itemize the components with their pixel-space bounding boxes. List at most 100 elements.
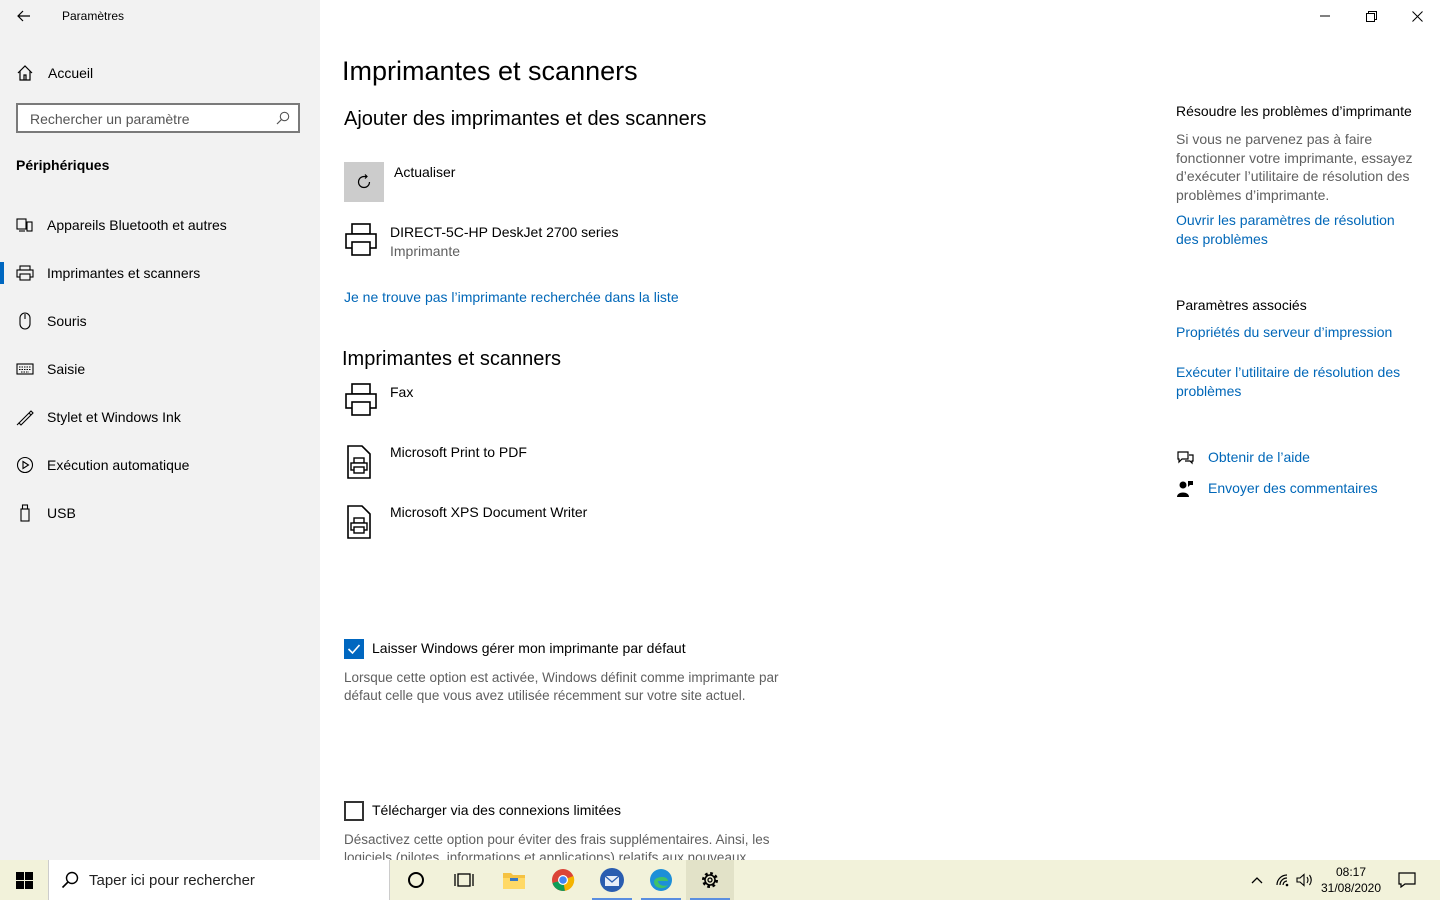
action-center-button[interactable] [1386, 860, 1428, 900]
printer-icon [16, 264, 34, 282]
sidebar-item-label: Appareils Bluetooth et autres [47, 217, 227, 233]
speaker-icon [1296, 873, 1312, 887]
found-printer-name[interactable]: DIRECT-5C-HP DeskJet 2700 series [390, 224, 618, 240]
gear-icon [702, 872, 718, 888]
sidebar-item-printers[interactable]: Imprimantes et scanners [0, 253, 320, 293]
printer-item-pdf[interactable]: Microsoft Print to PDF [390, 444, 527, 460]
document-printer-icon [347, 445, 371, 479]
keyboard-icon [16, 360, 34, 378]
found-printer-type: Imprimante [390, 243, 461, 259]
task-view-button[interactable] [440, 860, 488, 900]
taskbar: Taper ici pour rechercher 08:17 31/08/20… [0, 860, 1440, 900]
edge-button[interactable] [637, 860, 685, 900]
clock-time: 08:17 [1335, 865, 1367, 879]
home-label: Accueil [48, 65, 94, 81]
refresh-icon [357, 174, 371, 189]
back-arrow-icon [17, 10, 30, 22]
chrome-button[interactable] [539, 860, 587, 900]
home-icon [17, 65, 33, 81]
back-button[interactable] [10, 4, 38, 28]
app-title: Paramètres [62, 9, 125, 23]
run-troubleshooter-link[interactable]: Exécuter l’utilitaire de résolution des … [1176, 363, 1416, 400]
chrome-icon [552, 869, 575, 891]
sidebar-item-label: Saisie [47, 361, 86, 377]
checkmark-icon [347, 644, 361, 655]
autoplay-icon [16, 456, 34, 474]
windows-logo-icon [15, 871, 33, 889]
taskbar-clock[interactable]: 08:17 31/08/2020 [1318, 864, 1384, 896]
troubleshoot-description: Si vous ne parvenez pas à faire fonction… [1176, 131, 1413, 203]
printer-icon [345, 223, 377, 256]
page-title: Imprimantes et scanners [342, 56, 638, 86]
default-printer-checkbox[interactable] [344, 639, 364, 659]
refresh-button[interactable] [344, 162, 384, 202]
title-bar: Paramètres [0, 0, 320, 32]
thunderbird-button[interactable] [588, 860, 636, 900]
default-printer-description: Lorsque cette option est activée, Window… [344, 670, 779, 703]
feedback-person-icon [1177, 481, 1193, 497]
bluetooth-devices-icon [16, 216, 34, 234]
home-link[interactable]: Accueil [16, 62, 93, 84]
add-section-title: Ajouter des imprimantes et des scanners [344, 108, 707, 130]
wifi-icon [1276, 874, 1289, 887]
metered-download-checkbox[interactable] [344, 801, 364, 821]
sidebar-item-pen[interactable]: Stylet et Windows Ink [0, 397, 320, 437]
mouse-icon [16, 312, 34, 330]
minimize-button[interactable] [1302, 0, 1348, 32]
sidebar-item-label: Imprimantes et scanners [47, 265, 201, 281]
settings-search[interactable] [16, 103, 300, 133]
sidebar-item-usb[interactable]: USB [0, 493, 320, 533]
sidebar-item-bluetooth[interactable]: Appareils Bluetooth et autres [0, 205, 320, 245]
refresh-label[interactable]: Actualiser [394, 164, 455, 180]
search-icon [276, 111, 290, 125]
search-icon [61, 871, 79, 889]
close-icon [1411, 10, 1423, 22]
send-feedback-link[interactable]: Envoyer des commentaires [1208, 480, 1440, 496]
minimize-icon [1320, 15, 1330, 17]
metered-download-description: Désactivez cette option pour éviter des … [344, 832, 770, 860]
sidebar-item-label: USB [47, 505, 76, 521]
usb-icon [16, 504, 34, 522]
settings-app-button[interactable] [686, 860, 734, 900]
start-button[interactable] [0, 860, 48, 900]
file-explorer-button[interactable] [490, 860, 538, 900]
chevron-up-icon [1251, 877, 1263, 884]
cortana-button[interactable] [392, 860, 440, 900]
restore-icon [1365, 10, 1377, 22]
volume-button[interactable] [1294, 860, 1316, 900]
print-server-properties-link[interactable]: Propriétés du serveur d’impression [1176, 324, 1426, 340]
metered-download-label[interactable]: Télécharger via des connexions limitées [372, 802, 621, 818]
sidebar-item-label: Exécution automatique [47, 457, 190, 473]
sidebar: Paramètres Accueil Périphériques Apparei… [0, 0, 320, 860]
close-button[interactable] [1394, 0, 1440, 32]
get-help-link[interactable]: Obtenir de l’aide [1208, 449, 1440, 465]
default-printer-label[interactable]: Laisser Windows gérer mon imprimante par… [372, 640, 686, 656]
sidebar-item-autoplay[interactable]: Exécution automatique [0, 445, 320, 485]
taskbar-search[interactable]: Taper ici pour rechercher [48, 860, 390, 900]
sidebar-item-mouse[interactable]: Souris [0, 301, 320, 341]
troubleshoot-title: Résoudre les problèmes d’imprimante [1176, 103, 1412, 119]
network-button[interactable] [1272, 860, 1294, 900]
show-hidden-icons-button[interactable] [1244, 860, 1270, 900]
printers-section-title: Imprimantes et scanners [342, 348, 561, 370]
task-view-icon [454, 873, 474, 887]
related-settings-title: Paramètres associés [1176, 297, 1307, 313]
sidebar-item-label: Stylet et Windows Ink [47, 409, 181, 425]
restore-button[interactable] [1348, 0, 1394, 32]
sidebar-item-label: Souris [47, 313, 87, 329]
sidebar-item-typing[interactable]: Saisie [0, 349, 320, 389]
printer-icon [345, 383, 377, 416]
printer-item-xps[interactable]: Microsoft XPS Document Writer [390, 504, 587, 520]
main-content: Imprimantes et scanners Ajouter des impr… [320, 0, 1440, 860]
settings-search-input[interactable] [28, 110, 272, 128]
printer-not-listed-link[interactable]: Je ne trouve pas l’imprimante recherchée… [344, 289, 679, 305]
edge-icon [650, 869, 672, 891]
printer-item-fax[interactable]: Fax [390, 384, 413, 400]
clock-date: 31/08/2020 [1320, 881, 1382, 895]
troubleshoot-settings-link[interactable]: Ouvrir les paramètres de résolution des … [1176, 211, 1416, 248]
notification-icon [1398, 872, 1416, 888]
document-printer-icon [347, 505, 371, 539]
thunderbird-icon [600, 868, 624, 892]
category-heading: Périphériques [16, 157, 110, 173]
cortana-circle-icon [408, 872, 424, 888]
